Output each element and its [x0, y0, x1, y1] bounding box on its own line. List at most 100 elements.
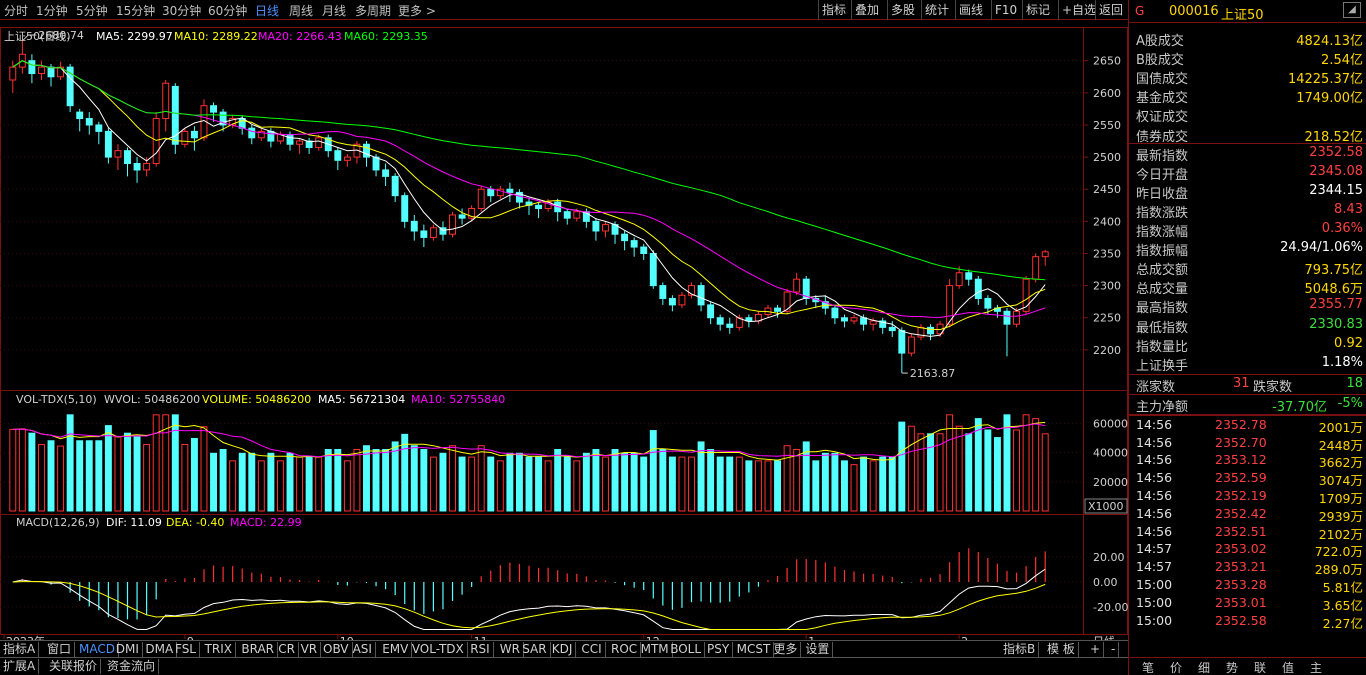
indicator-tab-9[interactable]: VR	[298, 642, 322, 657]
stat-row-1: B股成交 2.54亿	[1129, 48, 1366, 68]
stat-label: 基金成交	[1136, 91, 1189, 107]
indicator-tab-14[interactable]: RSI	[467, 642, 494, 657]
tool-tab-8[interactable]: 返回	[1095, 0, 1126, 20]
indicator-tab-3[interactable]: DMI	[113, 642, 143, 657]
panel-toggle-icon[interactable]: ◢	[1343, 2, 1361, 18]
tick-time: 14:56	[1136, 416, 1173, 432]
volume-bar-107	[1032, 418, 1040, 512]
indicator-tab-1[interactable]: 窗口	[44, 642, 76, 657]
period-tab-5[interactable]: 60分钟	[208, 2, 247, 19]
panel-tab-1[interactable]: 价	[1170, 659, 1182, 675]
indicator-tab-7[interactable]: BRAR	[238, 642, 279, 657]
extension-tab-2[interactable]: 资金流向	[104, 659, 160, 674]
tick-price: 2353.02	[1215, 541, 1267, 557]
panel-tab-3[interactable]: 势	[1226, 659, 1238, 675]
period-tab-2[interactable]: 5分钟	[76, 2, 108, 19]
indicator-tab-8[interactable]: CR	[275, 642, 299, 657]
tool-tab-3[interactable]: 统计	[921, 0, 952, 20]
panel-tab-2[interactable]: 细	[1198, 659, 1210, 675]
candle-body	[831, 307, 839, 319]
template-tab-0[interactable]: 指标B	[1000, 642, 1040, 657]
panel-tab-4[interactable]: 联	[1254, 659, 1266, 675]
indicator-tab-12[interactable]: EMV	[379, 642, 413, 657]
panel-tab-0[interactable]: 笔	[1142, 659, 1154, 675]
price-tick-label: 2500	[1093, 151, 1121, 164]
indicator-tab-13[interactable]: VOL-TDX	[409, 642, 468, 657]
candle-body	[659, 285, 667, 299]
kline-chart[interactable]: 2650 2600 2550 2500 2450 2400 2350 2300 2250 2200…	[0, 20, 1128, 654]
period-tab-10[interactable]: 更多 >	[398, 2, 436, 19]
price-tick-label: 2250	[1093, 312, 1121, 325]
indicator-tab-21[interactable]: BOLL	[667, 642, 706, 657]
tool-tab-1[interactable]: 叠加	[851, 0, 882, 20]
candle-body	[410, 220, 418, 232]
period-tab-4[interactable]: 30分钟	[162, 2, 201, 19]
candle-78	[754, 311, 762, 325]
extension-tab-0[interactable]: 扩展A	[0, 659, 40, 674]
tool-tab-7[interactable]: +自选	[1058, 0, 1099, 20]
panel-tab-6[interactable]: 主	[1310, 659, 1322, 675]
tick-row-1: 14:56 2352.70 2448万	[1129, 434, 1366, 453]
period-tab-1[interactable]: 1分钟	[36, 2, 68, 19]
macd-value-label: MACD: 22.99	[230, 516, 302, 529]
tick-time: 14:56	[1136, 470, 1173, 486]
indicator-tab-0[interactable]: 指标A	[0, 642, 40, 657]
candle-41	[401, 192, 409, 228]
volume-bar-94	[907, 425, 915, 512]
price-tick-label: 2600	[1093, 87, 1121, 100]
period-tab-0[interactable]: 分时	[4, 2, 28, 19]
candle-40	[391, 173, 399, 203]
candle-62	[602, 221, 609, 238]
tool-tab-2[interactable]: 多股	[887, 0, 918, 20]
template-tab-1[interactable]: 模 板	[1044, 642, 1079, 657]
template-tab-2[interactable]: +	[1087, 642, 1105, 657]
volume-bar-28	[276, 460, 284, 512]
indicator-tab-16[interactable]: SAR	[519, 642, 551, 657]
tick-price: 2352.42	[1215, 505, 1267, 521]
stat-label: 最高指数	[1136, 301, 1189, 317]
indicator-tab-17[interactable]: KDJ	[549, 642, 577, 657]
indicator-tab-10[interactable]: OBV	[320, 642, 353, 657]
volume-bar-6	[66, 414, 74, 512]
candle-100	[965, 269, 973, 286]
candle-body	[888, 326, 896, 332]
indicator-tab-25[interactable]: 设置	[802, 642, 834, 657]
indicator-tab-5[interactable]: FSL	[172, 642, 200, 657]
period-tab-8[interactable]: 月线	[322, 2, 346, 19]
stat-label: 指数量比	[1136, 339, 1189, 355]
stat-row-5: 债券成交 218.52亿	[1129, 125, 1366, 145]
candle-body	[85, 118, 93, 126]
indicator-tab-11[interactable]: ASI	[350, 642, 376, 657]
extension-tab-1[interactable]: 关联报价	[46, 659, 102, 674]
indicator-tab-23[interactable]: MCST	[734, 642, 775, 657]
indicator-tab-18[interactable]: CCI	[578, 642, 606, 657]
indicator-tab-22[interactable]: PSY	[704, 642, 734, 657]
stat-label: 指数涨跌	[1136, 205, 1189, 221]
tool-tab-6[interactable]: 标记	[1022, 0, 1053, 20]
tick-row-2: 14:56 2353.12 3662万	[1129, 451, 1366, 470]
candle-74	[716, 314, 724, 331]
tool-tab-5[interactable]: F10	[991, 0, 1020, 20]
period-tab-9[interactable]: 多周期	[355, 2, 391, 19]
volume-bar-77	[745, 460, 753, 512]
panel-tab-5[interactable]: 值	[1282, 659, 1294, 675]
indicator-tab-19[interactable]: ROC	[608, 642, 642, 657]
stat-row-3: 基金成交 1749.00亿	[1129, 86, 1366, 107]
tick-time: 14:56	[1136, 488, 1173, 503]
volume-bar-37	[363, 445, 370, 512]
candle-body	[343, 156, 351, 161]
tool-tab-4[interactable]: 画线	[955, 0, 986, 20]
candle-35	[343, 153, 351, 167]
period-tab-7[interactable]: 周线	[289, 2, 313, 19]
volume-bar-18	[181, 444, 189, 512]
price-tick-label: 2200	[1093, 344, 1121, 357]
indicator-tab-6[interactable]: TRIX	[202, 642, 237, 657]
stat-label: 今日开盘	[1136, 167, 1189, 183]
indicator-tab-24[interactable]: 更多	[770, 642, 802, 657]
candle-83	[802, 275, 810, 305]
tool-tab-0[interactable]: 指标	[818, 0, 849, 20]
period-tab-6[interactable]: 日线	[255, 2, 279, 19]
period-tab-3[interactable]: 15分钟	[116, 2, 155, 19]
volume-bar-52	[506, 452, 514, 512]
template-tab-3[interactable]: -	[1108, 642, 1120, 657]
